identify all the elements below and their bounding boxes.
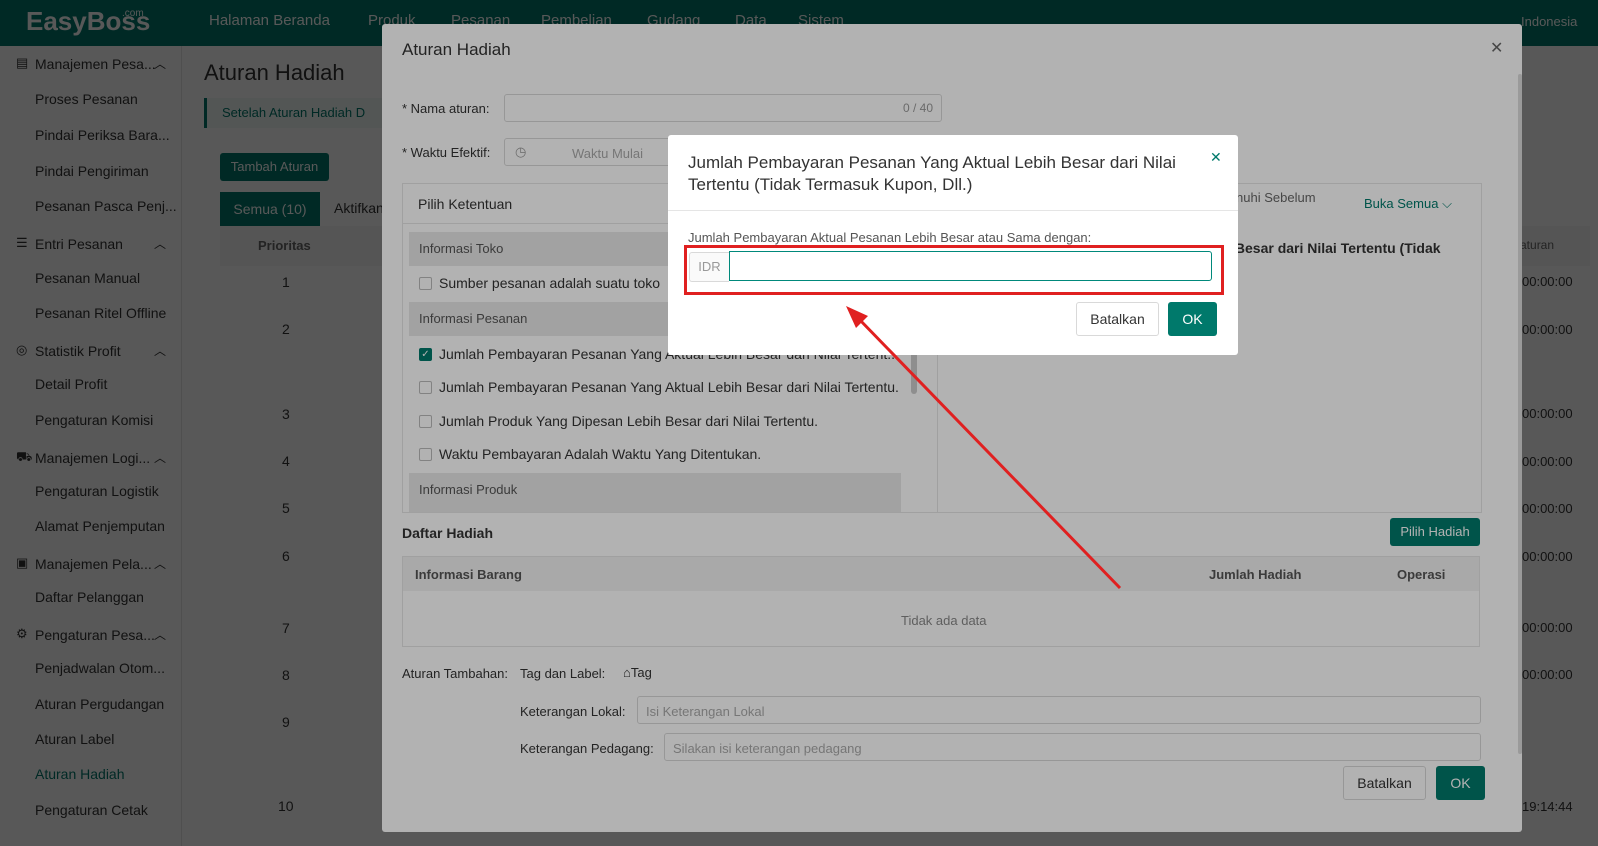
arrow-line <box>856 316 1122 590</box>
annotation-arrow <box>846 306 1122 590</box>
